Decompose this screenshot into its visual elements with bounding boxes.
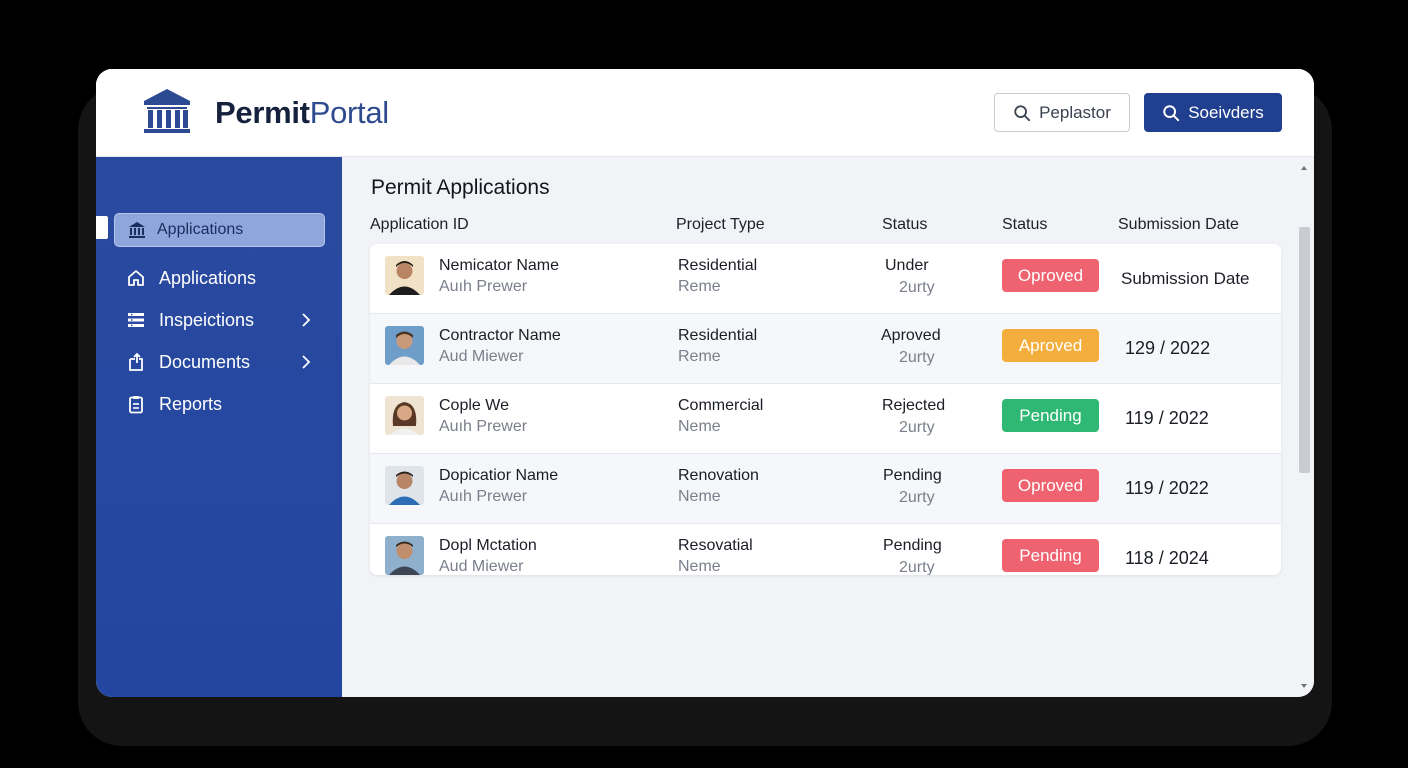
applicant-role: Auıh Prewer [439,488,528,505]
chevron-right-icon [302,313,311,327]
status-text: Aproved [881,327,941,344]
applicant-name: Dopl Mctation [439,537,537,554]
primary-button-label: Soeivders [1188,102,1264,122]
brand-name: PermitPortal [215,95,389,131]
column-header-application-id[interactable]: Application ID [370,216,469,234]
applicant-role: Aud Miewer [439,348,524,365]
status-text: Pending [883,537,942,554]
sidebar-item-documents[interactable]: Documents [126,347,316,377]
sidebar-item-label: Applications [157,221,244,238]
project-type: Residential [678,327,758,344]
sidebar-item-label: Reports [159,393,223,414]
sidebar-item-label: Applications [159,267,257,288]
status-badge: Oproved [1002,259,1099,292]
applicant-role: Aud Miewer [439,558,524,575]
project-subtype: Reme [678,348,721,365]
primary-search-button[interactable]: Soeivders [1144,93,1282,132]
status-text: Pending [883,467,942,484]
home-icon [128,270,144,286]
sidebar-item-label: Documents [159,351,251,372]
submission-date: 119 / 2022 [1125,408,1209,428]
active-indicator [96,216,108,239]
status-text: Under [885,257,929,274]
applicant-role: Auıh Prewer [439,278,528,295]
sidebar-item-reports[interactable]: Reports [126,389,316,419]
table-row[interactable]: Contractor Name Aud Miewer Residential R… [370,314,1281,384]
applicant-role: Auıh Prewer [439,418,528,435]
applicant-name: Cople We [439,397,509,414]
avatar [385,466,424,505]
table-row[interactable]: Dopicatior Name Auıh Prewer Renovation N… [370,454,1281,524]
status-text: Rejected [882,397,946,414]
status-subtext: 2urty [899,349,935,366]
avatar [385,326,424,365]
search-icon [1014,104,1031,121]
sidebar-item-inspections[interactable]: Inspeictions [126,305,316,335]
status-badge: Oproved [1002,469,1099,502]
project-type: Resovatial [678,537,753,554]
search-button-label: Peplastor [1039,102,1111,122]
project-type: Renovation [678,467,759,484]
column-header-status-2[interactable]: Status [1002,216,1047,234]
top-bar: PermitPortal Peplastor Soeivders [96,69,1314,157]
submission-date: 129 / 2022 [1125,338,1211,358]
sidebar-item-applications[interactable]: Applications [126,263,316,293]
status-badge: Pending [1002,399,1099,432]
project-type: Commercial [678,397,764,414]
app-window: PermitPortal Peplastor Soeivders Applica… [96,69,1314,697]
sidebar: Applications Applications Inspeictions D… [96,157,342,697]
project-subtype: Reme [678,278,721,295]
column-header-project-type[interactable]: Project Type [676,216,765,234]
search-icon [1163,104,1180,121]
applicant-name: Dopicatior Name [439,467,559,484]
status-subtext: 2urty [899,419,935,436]
document-upload-icon [129,352,143,371]
status-badge: Aproved [1002,329,1099,362]
project-subtype: Neme [678,558,721,575]
status-badge: Pending [1002,539,1099,572]
government-building-icon [144,89,190,133]
sidebar-item-label: Inspeictions [159,309,255,330]
sidebar-item-applications-active[interactable]: Applications [114,213,325,247]
submission-date: 119 / 2022 [1125,478,1209,498]
scroll-down-arrow-icon[interactable] [1301,683,1307,689]
table-row[interactable]: Cople We Auıh Prewer Commercial Neme Rej… [370,384,1281,454]
applicant-name: Nemicator Name [439,257,560,274]
government-building-icon [129,222,145,238]
table-row[interactable]: Dopl Mctation Aud Miewer Resovatial Neme… [370,524,1281,575]
main-content: Permit Applications Application ID Proje… [342,157,1314,697]
avatar [385,536,424,575]
scroll-up-arrow-icon[interactable] [1301,165,1307,171]
avatar [385,256,424,295]
project-subtype: Neme [678,488,721,505]
column-header-status[interactable]: Status [882,216,927,234]
submission-date: 118 / 2024 [1125,548,1209,568]
status-subtext: 2urty [899,559,935,575]
status-subtext: 2urty [899,279,935,296]
submission-date: Submission Date [1121,269,1250,288]
brand-name-part2: Portal [309,95,389,130]
project-type: Residential [678,257,758,274]
status-subtext: 2urty [899,489,935,506]
page-title: Permit Applications [371,176,550,199]
applications-table: Nemicator Name Auıh Prewer Residential R… [370,244,1281,575]
search-button[interactable]: Peplastor [994,93,1130,132]
chevron-right-icon [302,355,311,369]
brand-name-part1: Permit [215,95,310,130]
clipboard-icon [129,396,143,414]
applicant-name: Contractor Name [439,327,561,344]
scrollbar-thumb[interactable] [1299,227,1310,473]
list-icon [128,313,144,327]
column-header-submission-date[interactable]: Submission Date [1118,216,1239,234]
table-row[interactable]: Nemicator Name Auıh Prewer Residential R… [370,244,1281,314]
project-subtype: Neme [678,418,721,435]
avatar [385,396,424,435]
